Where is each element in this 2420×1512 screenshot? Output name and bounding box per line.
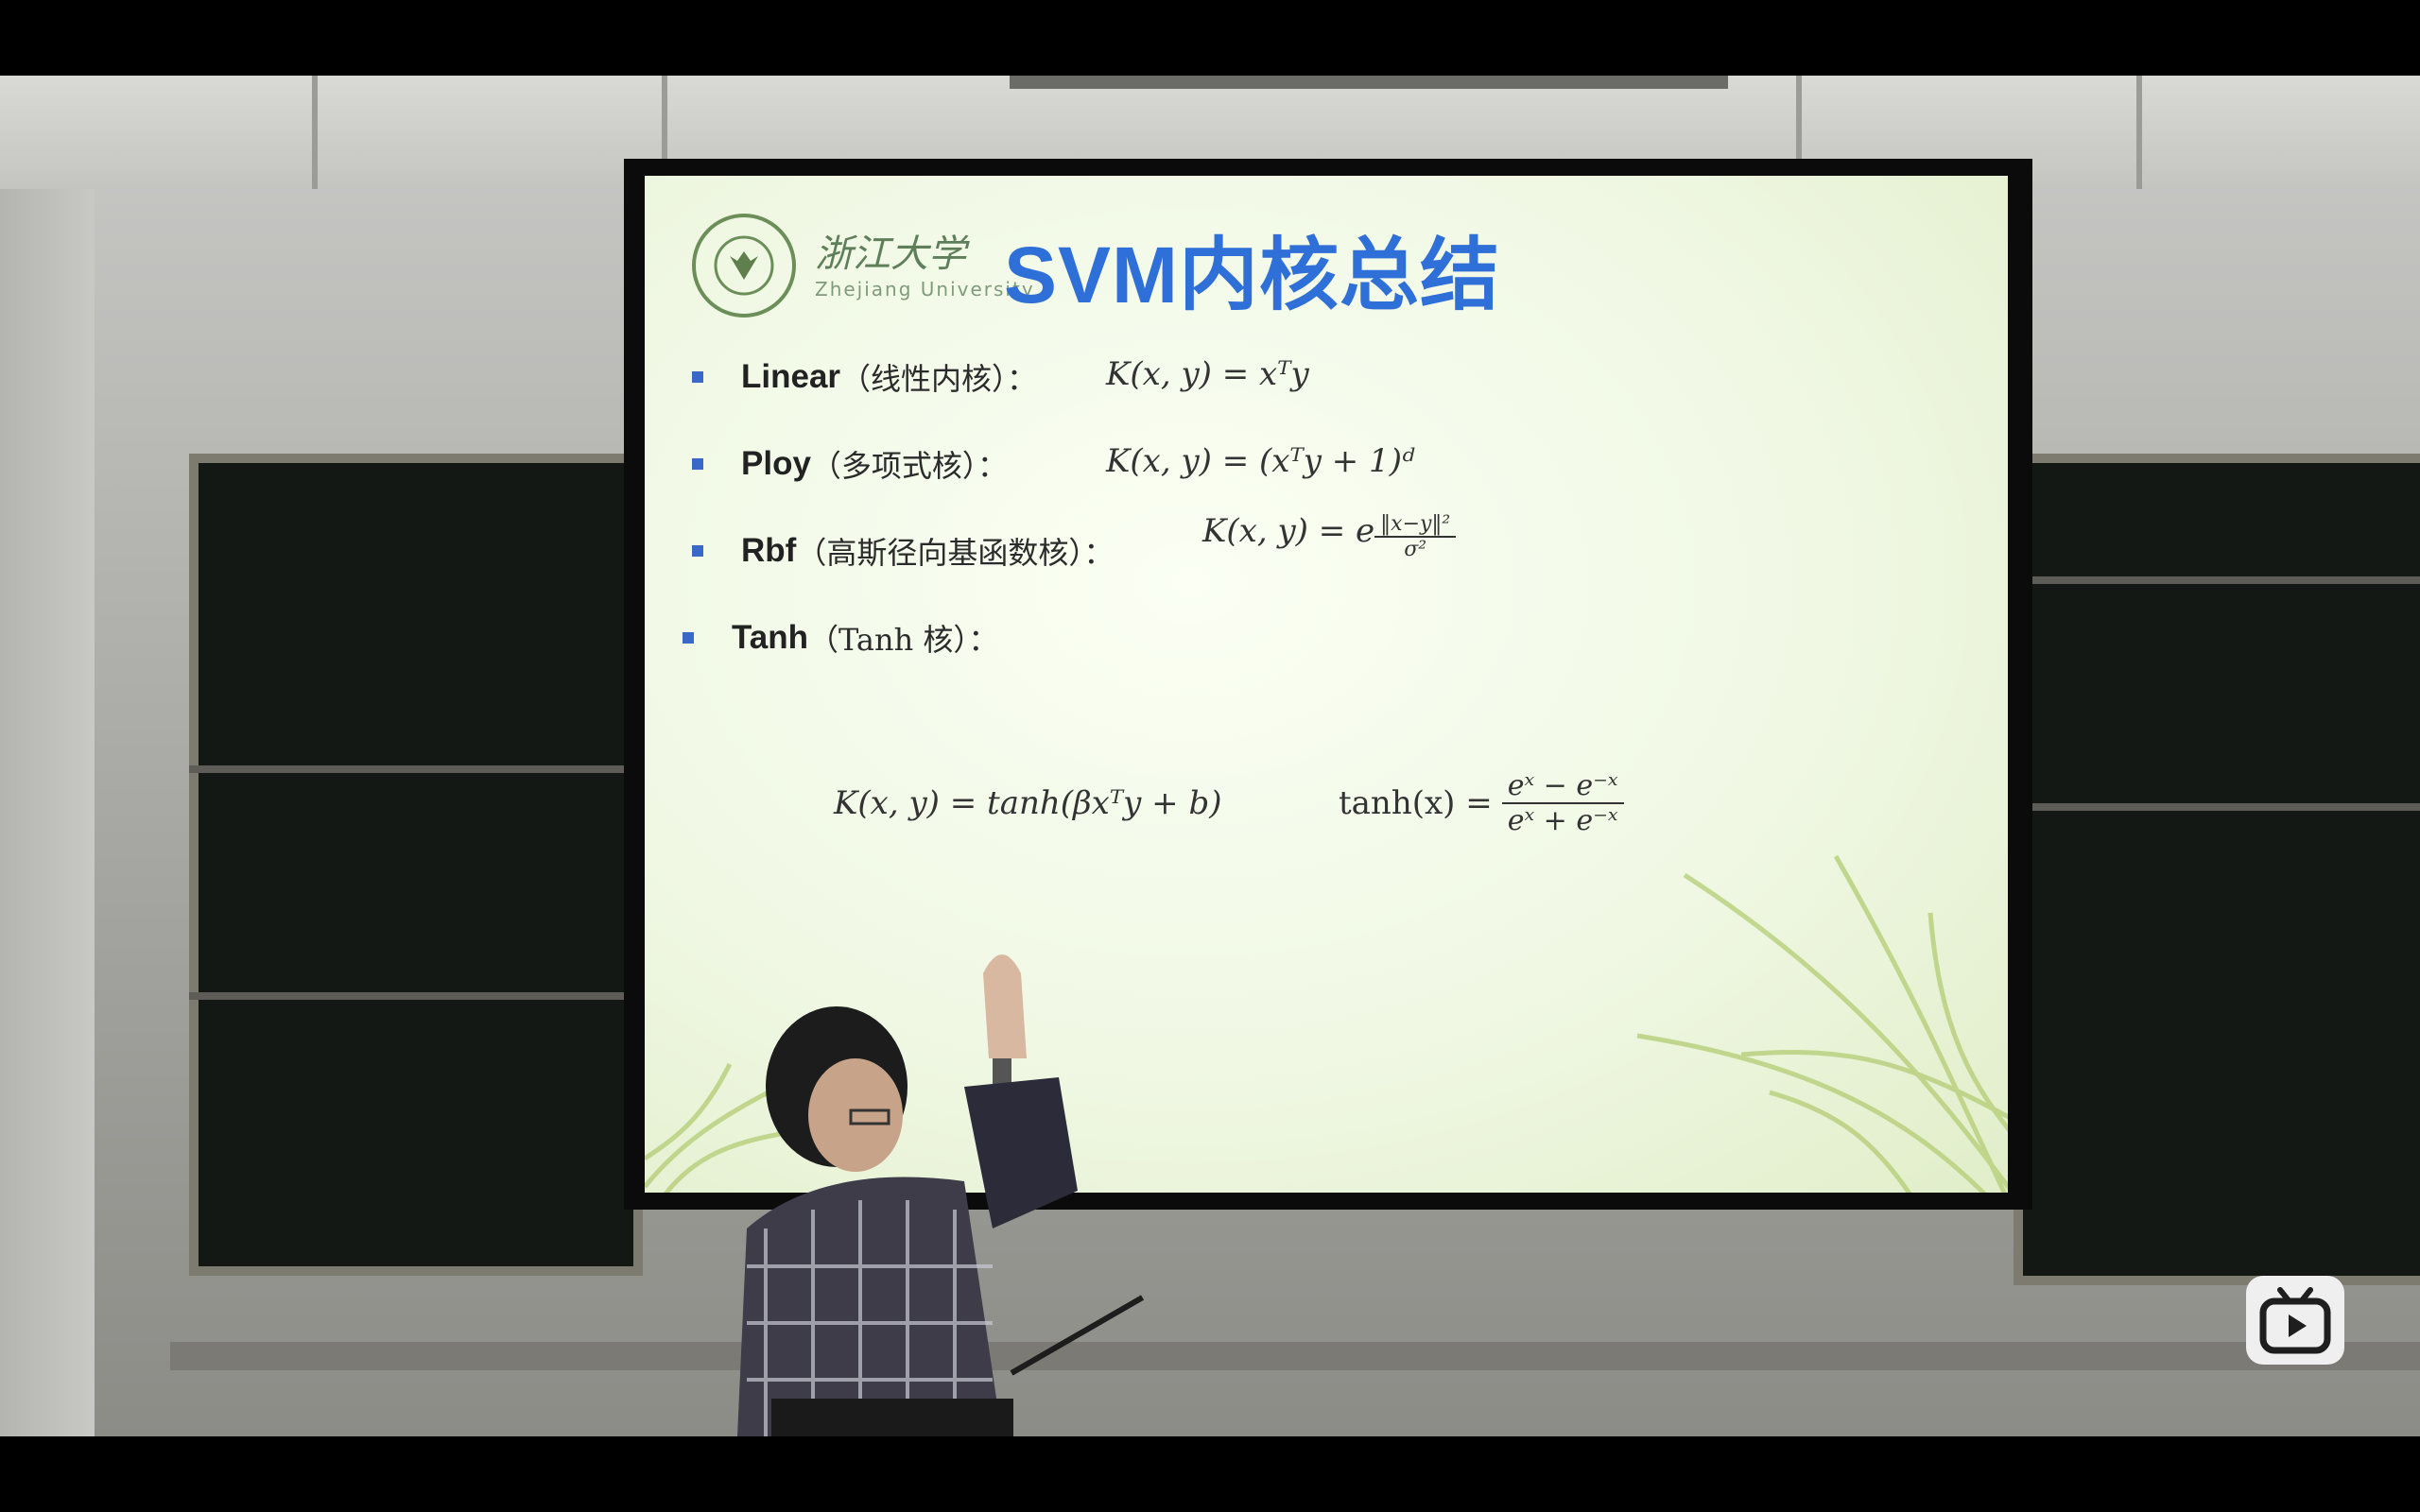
bullet-icon — [692, 371, 703, 383]
grass-decoration-right — [1636, 854, 2008, 1193]
item-label: Rbf — [741, 532, 797, 569]
formula-tanh: K(x, y) = tanh(βxᵀy + b) — [834, 784, 1222, 822]
tanh-definition-lhs: tanh(x) = — [1339, 784, 1493, 822]
item-description: （高斯径向基函数核）： — [796, 535, 1115, 571]
formula-rbf-exponent-denominator: σ² — [1404, 538, 1427, 561]
bullet-icon — [683, 632, 694, 644]
chalk-tray — [170, 1342, 2420, 1370]
item-description: （Tanh 核）： — [808, 622, 999, 658]
list-item-tanh: Tanh （Tanh 核）： — [683, 616, 998, 660]
podium — [771, 1399, 1013, 1436]
formula-ploy: K(x, y) = (xᵀy + 1)ᵈ — [1106, 442, 1415, 480]
item-description: （多项式核）： — [810, 448, 1008, 484]
university-name: 浙江大学 — [815, 232, 966, 276]
blackboard-right — [2014, 454, 2420, 1285]
formula-rbf-base: K(x, y) = e — [1202, 512, 1375, 550]
list-item-rbf: Rbf （高斯径向基函数核）： — [692, 529, 1114, 573]
projector-mount — [1010, 76, 1728, 89]
list-item-ploy: Ploy （多项式核）： — [692, 442, 1008, 486]
item-description: （线性内核）： — [840, 361, 1038, 397]
presenter — [737, 954, 1078, 1436]
formula-rbf-exponent-numerator: ‖x−y‖² — [1374, 512, 1457, 538]
bilibili-tv-icon[interactable] — [2246, 1276, 2344, 1365]
bullet-icon — [692, 545, 703, 557]
item-label: Linear — [741, 358, 841, 395]
slide-title: SVM内核总结 — [1004, 231, 1501, 319]
item-label: Tanh — [732, 619, 809, 656]
tanh-definition-denominator: eˣ + e⁻ˣ — [1507, 804, 1618, 837]
formula-rbf: K(x, y) = e ‖x−y‖² σ² — [1202, 512, 1457, 561]
item-label: Ploy — [741, 445, 811, 482]
blackboard-left — [189, 454, 643, 1276]
university-logo-icon — [692, 214, 796, 318]
bullet-icon — [692, 458, 703, 470]
video-frame: 浙江大学 Zhejiang University SVM内核总结 Linear … — [0, 76, 2420, 1436]
tanh-definition-numerator: eˣ − e⁻ˣ — [1501, 769, 1624, 804]
formula-linear: K(x, y) = xᵀy — [1106, 355, 1309, 393]
left-wall — [0, 189, 95, 1436]
list-item-linear: Linear （线性内核）： — [692, 355, 1037, 399]
formula-tanh-definition: tanh(x) = eˣ − e⁻ˣ eˣ + e⁻ˣ — [1339, 769, 1624, 837]
university-subname: Zhejiang University — [815, 278, 1035, 301]
